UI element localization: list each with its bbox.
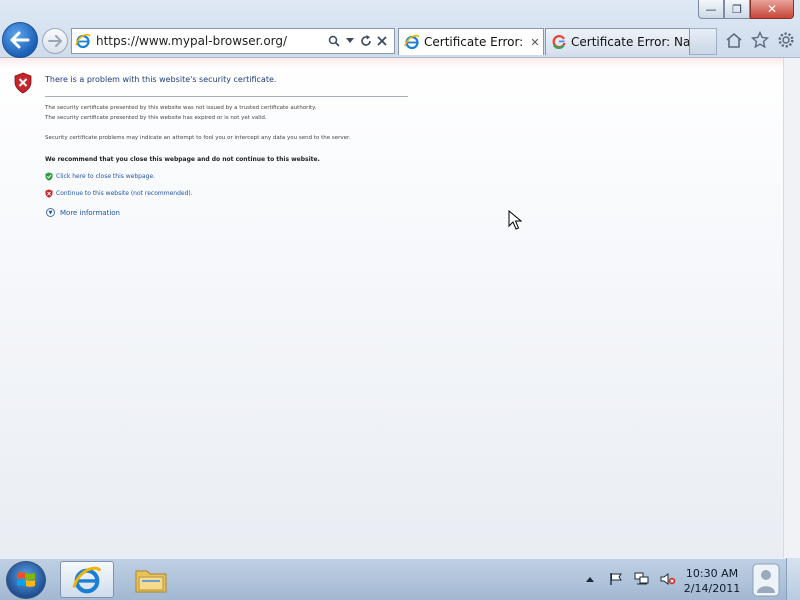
new-tab-button[interactable] <box>690 28 717 55</box>
address-url[interactable]: https://www.mypal-browser.org/ <box>94 34 326 48</box>
home-icon[interactable] <box>724 30 744 50</box>
close-webpage-link[interactable]: Click here to close this webpage. <box>56 173 155 180</box>
close-webpage-row: Click here to close this webpage. <box>45 172 155 181</box>
vertical-scrollbar[interactable] <box>783 58 800 558</box>
windows-logo-icon <box>17 572 35 587</box>
ie-icon <box>403 33 421 51</box>
folder-icon <box>135 570 167 592</box>
show-desktop-button[interactable] <box>786 558 800 600</box>
dropdown-icon[interactable] <box>342 29 358 53</box>
window-caption-buttons: — ❐ ✕ <box>698 0 794 20</box>
more-information-toggle[interactable]: ▼ More information <box>46 208 120 217</box>
gear-icon[interactable] <box>776 30 796 50</box>
clock-date: 2/14/2011 <box>683 582 741 595</box>
user-avatar[interactable] <box>748 560 784 600</box>
tab-title: Certificate Error: ... <box>424 35 527 49</box>
minimize-button[interactable]: — <box>698 0 724 19</box>
ie-page-icon <box>72 29 94 53</box>
tab-certificate-error-active[interactable]: Certificate Error: ... ✕ <box>398 28 544 55</box>
system-tray <box>582 571 676 587</box>
forward-button[interactable] <box>42 28 68 54</box>
tab-close-icon[interactable]: ✕ <box>527 36 543 49</box>
system-clock[interactable]: 10:30 AM 2/14/2011 <box>682 566 742 596</box>
shield-error-small-icon <box>45 189 53 198</box>
mouse-cursor-icon <box>508 210 522 230</box>
divider <box>45 96 408 97</box>
ie-icon <box>72 566 102 593</box>
taskbar-internet-explorer[interactable] <box>60 561 114 598</box>
recommendation-text: We recommend that you close this webpage… <box>45 156 320 163</box>
tab-certificate-error-inactive[interactable]: Certificate Error: Na... <box>545 28 690 55</box>
action-center-flag-icon[interactable] <box>608 571 624 587</box>
volume-muted-icon[interactable] <box>660 571 676 587</box>
page-content <box>0 58 783 558</box>
back-arrow-icon <box>10 31 30 49</box>
toolbar-right <box>724 30 796 50</box>
start-button[interactable] <box>6 561 46 599</box>
reason-untrusted-authority: The security certificate presented by th… <box>45 105 317 111</box>
error-title: There is a problem with this website's s… <box>45 75 277 84</box>
close-window-button[interactable]: ✕ <box>750 0 794 19</box>
user-icon <box>752 563 780 597</box>
forward-arrow-icon <box>48 35 62 47</box>
reason-expired: The security certificate presented by th… <box>45 115 267 121</box>
refresh-icon[interactable] <box>358 29 374 53</box>
continue-website-row: Continue to this website (not recommende… <box>45 189 193 198</box>
maximize-button[interactable]: ❐ <box>724 0 750 19</box>
shield-error-icon <box>14 72 32 94</box>
google-icon <box>550 33 568 51</box>
clock-time: 10:30 AM <box>685 567 739 580</box>
taskbar-windows-explorer[interactable] <box>122 561 180 598</box>
tab-title: Certificate Error: Na... <box>571 35 689 49</box>
taskbar <box>0 558 800 600</box>
chevron-down-icon: ▼ <box>46 208 55 217</box>
security-warning-text: Security certificate problems may indica… <box>45 135 351 141</box>
show-hidden-icons-icon[interactable] <box>582 571 598 587</box>
favorites-star-icon[interactable] <box>750 30 770 50</box>
continue-website-link[interactable]: Continue to this website (not recommende… <box>56 190 193 197</box>
network-icon[interactable] <box>634 571 650 587</box>
browser-chrome: — ❐ ✕ https://www.mypal-browser.org/ Cer… <box>0 0 800 58</box>
search-icon[interactable] <box>326 29 342 53</box>
stop-icon[interactable] <box>374 29 390 53</box>
address-bar[interactable]: https://www.mypal-browser.org/ <box>71 28 395 54</box>
back-button[interactable] <box>2 22 38 58</box>
shield-ok-icon <box>45 172 53 181</box>
more-information-label: More information <box>60 208 120 217</box>
